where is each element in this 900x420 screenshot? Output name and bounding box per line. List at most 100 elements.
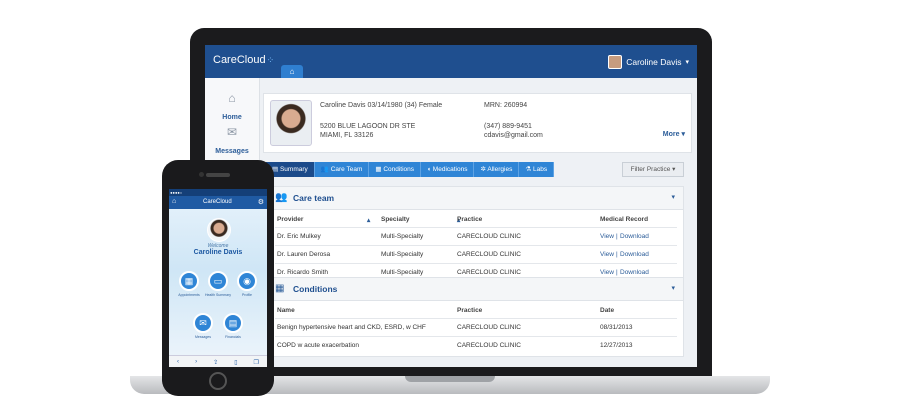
home-icon: ⌂	[228, 91, 236, 105]
app-logo[interactable]: CareCloud⁘	[213, 54, 274, 66]
nav-item-messages[interactable]: ✉ Messages	[205, 126, 259, 158]
provider-cell: Dr. Eric Mulkey	[277, 233, 321, 240]
pill-icon: ◖	[427, 166, 431, 173]
home-icon[interactable]: ⌂	[172, 198, 176, 205]
tab-conditions[interactable]: ▦ Conditions	[369, 162, 422, 177]
folder-icon: ▭	[213, 276, 223, 286]
section-title: Care team	[293, 193, 335, 203]
practice-cell: CARECLOUD CLINIC	[457, 269, 521, 276]
people-icon: 👥	[275, 192, 288, 203]
chat-icon: ✉	[226, 125, 238, 139]
chevron-down-icon: ▾	[672, 166, 676, 173]
download-link[interactable]: Download	[620, 251, 649, 258]
bookmarks-icon[interactable]: ▯	[234, 359, 237, 366]
column-header[interactable]: Medical Record	[600, 216, 648, 223]
gear-icon[interactable]: ⚙	[258, 198, 264, 206]
avatar	[608, 55, 623, 69]
filter-practice-dropdown[interactable]: Filter Practice ▾	[622, 162, 684, 177]
more-label: More	[662, 131, 680, 138]
view-link[interactable]: View	[600, 251, 614, 258]
financials-button[interactable]: ▤	[223, 313, 243, 333]
provider-cell: Dr. Ricardo Smith	[277, 269, 328, 276]
home-tab-icon[interactable]: ⌂	[281, 65, 303, 78]
phone-logo: CareCloud	[203, 199, 232, 205]
care-team-table: Provider ▴ Specialty ▴ Practice Medical …	[275, 211, 677, 281]
download-link[interactable]: Download	[620, 269, 649, 276]
column-header[interactable]: Provider	[277, 216, 303, 223]
sort-asc-icon[interactable]: ▴	[367, 216, 370, 224]
clipboard-icon: ▦	[275, 283, 285, 294]
phone-home-button[interactable]	[209, 372, 227, 390]
section-title: Conditions	[293, 284, 338, 294]
button-label: Profile	[242, 293, 252, 297]
phone-screen: ●●●●○ ⌂ CareCloud ⚙ Welcome Caroline Dav…	[169, 189, 267, 367]
table-header: Name Practice Date	[275, 302, 677, 319]
phone-device: ●●●●○ ⌂ CareCloud ⚙ Welcome Caroline Dav…	[162, 160, 274, 396]
provider-cell: Dr. Lauren Derosa	[277, 251, 331, 258]
tab-allergies[interactable]: ✲ Allergies	[474, 162, 520, 177]
back-icon[interactable]: ‹	[177, 359, 179, 365]
tab-labs[interactable]: ⚗ Labs	[519, 162, 555, 177]
date-cell: 12/27/2013	[600, 342, 633, 349]
separator: |	[616, 251, 618, 258]
user-menu[interactable]: Caroline Davis ▾	[608, 54, 689, 70]
table-row: Dr. Lauren Derosa Multi-Specialty CARECL…	[275, 246, 677, 264]
column-header[interactable]: Practice	[457, 216, 482, 223]
separator: |	[616, 233, 618, 240]
tabs-icon[interactable]: ❐	[254, 359, 259, 366]
tab-medications[interactable]: ◖ Medications	[421, 162, 475, 177]
column-header[interactable]: Specialty	[381, 216, 410, 223]
table-row: Benign hypertensive heart and CKD, ESRD,…	[275, 319, 677, 337]
calendar-icon: ▦	[184, 276, 194, 286]
laptop-screen: CareCloud⁘ ⌂ Caroline Davis ▾ ⌂ Home ✉ M…	[205, 45, 697, 367]
tab-care-team[interactable]: 👥 Care Team	[314, 162, 370, 177]
patient-name-line: Caroline Davis 03/14/1980 (34) Female	[320, 102, 443, 109]
flask-icon: ⚗	[525, 166, 532, 173]
appointments-button[interactable]: ▦	[179, 271, 199, 291]
people-icon: 👥	[320, 166, 329, 173]
separator: |	[616, 269, 618, 276]
care-team-section: 👥 Care team ▾ Provider ▴ Specialty ▴ Pra…	[266, 186, 684, 282]
laptop-notch	[405, 376, 495, 382]
view-link[interactable]: View	[600, 269, 614, 276]
button-label: Financials	[225, 335, 241, 339]
tab-label: Conditions	[383, 166, 415, 173]
patient-phone: (347) 889-9451	[484, 123, 532, 130]
download-link[interactable]: Download	[620, 233, 649, 240]
forward-icon[interactable]: ›	[195, 359, 197, 365]
document-icon: ▤	[228, 318, 238, 328]
practice-cell: CARECLOUD CLINIC	[457, 233, 521, 240]
chevron-down-icon[interactable]: ▾	[671, 284, 675, 292]
nav-item-home[interactable]: ⌂ Home	[205, 92, 259, 124]
user-name: Caroline Davis	[626, 57, 682, 67]
messages-button[interactable]: ✉	[193, 313, 213, 333]
column-header[interactable]: Date	[600, 307, 614, 314]
conditions-header[interactable]: ▦ Conditions ▾	[267, 278, 683, 301]
tab-label: Care Team	[330, 166, 363, 173]
nav-label-messages: Messages	[215, 148, 249, 155]
mail-icon: ✉	[199, 318, 207, 328]
chevron-down-icon: ▾	[685, 59, 689, 66]
column-header[interactable]: Name	[277, 307, 295, 314]
table-row: Dr. Eric Mulkey Multi-Specialty CARECLOU…	[275, 228, 677, 246]
tab-label: Allergies	[487, 166, 513, 173]
chevron-down-icon: ▾	[681, 131, 685, 138]
conditions-table: Name Practice Date Benign hypertensive h…	[275, 302, 677, 354]
share-icon[interactable]: ⇪	[213, 359, 218, 366]
column-header[interactable]: Practice	[457, 307, 482, 314]
profile-button[interactable]: ◉	[237, 271, 257, 291]
cloud-icon: ⁘	[266, 55, 275, 65]
care-team-header[interactable]: 👥 Care team ▾	[267, 187, 683, 210]
filter-label: Filter Practice	[630, 166, 671, 173]
patient-email: cdavis@gmail.com	[484, 132, 543, 139]
specialty-cell: Multi-Specialty	[381, 233, 424, 240]
tab-bar: ▤ Summary 👥 Care Team ▦ Conditions ◖ Med…	[266, 162, 555, 177]
speaker	[206, 173, 230, 177]
health-summary-button[interactable]: ▭	[208, 271, 228, 291]
condition-name-cell: COPD w acute exacerbation	[277, 342, 360, 349]
chevron-down-icon[interactable]: ▾	[671, 193, 675, 201]
tab-label: Summary	[279, 166, 308, 173]
table-row: COPD w acute exacerbation CARECLOUD CLIN…	[275, 337, 677, 354]
more-link[interactable]: More ▾	[663, 130, 685, 138]
view-link[interactable]: View	[600, 233, 614, 240]
